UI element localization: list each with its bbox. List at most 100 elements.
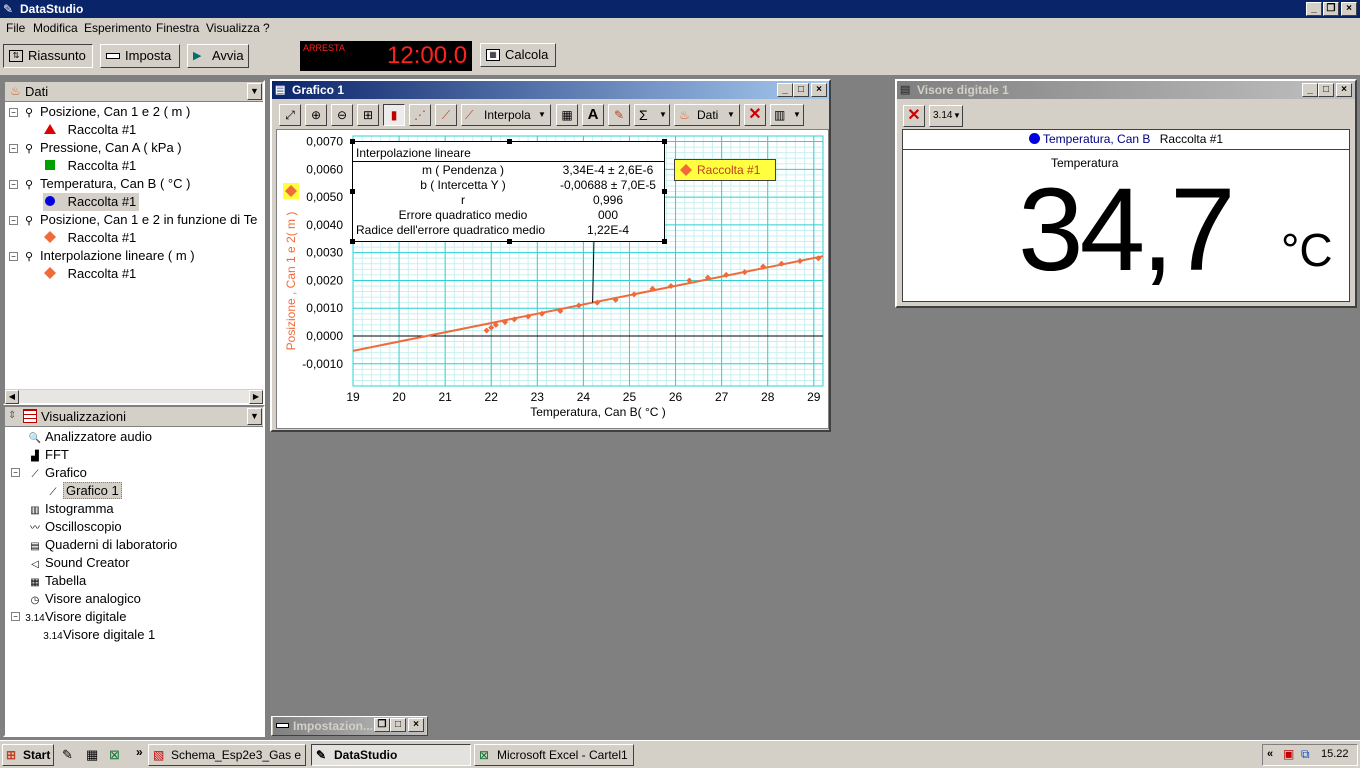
resize-handle[interactable] (662, 239, 667, 244)
collapse-toggle-icon[interactable]: − (9, 108, 18, 117)
data-run-item[interactable]: Raccolta #1 (43, 157, 139, 175)
data-run-item[interactable]: Raccolta #1 (43, 121, 139, 139)
data-dropdown[interactable]: ♨ Dati ▼ (674, 104, 740, 126)
collapse-toggle-icon[interactable]: − (9, 180, 18, 189)
resize-handle[interactable] (507, 139, 512, 144)
delete-icon[interactable]: ✕ (744, 104, 766, 126)
menu-finestra[interactable]: Finestra (156, 21, 199, 35)
data-item[interactable]: − ⚲ Pressione, Can A ( kPa ) (9, 139, 182, 157)
data-run-item[interactable]: Raccolta #1 (43, 193, 140, 211)
zoom-out-icon[interactable]: ⊖ (331, 104, 353, 126)
graph-settings-dropdown[interactable]: ▥ ▼ (770, 104, 804, 126)
prediction-icon[interactable]: ✎ (608, 104, 630, 126)
maximize-icon[interactable]: □ (793, 83, 809, 97)
view-item[interactable]: ▥ Istogramma (25, 500, 113, 518)
settings-window-minimized[interactable]: Impostazion... ❐ □ × (271, 716, 428, 736)
graph-window-titlebar[interactable]: ▤ Grafico 1 _ □ × (272, 81, 829, 99)
view-item[interactable]: ⟋ Grafico 1 (43, 482, 122, 500)
menu-file[interactable]: File (6, 21, 25, 35)
resize-handle[interactable] (350, 239, 355, 244)
annotation-icon[interactable]: A (582, 104, 604, 126)
chart-legend[interactable]: Raccolta #1 (674, 159, 776, 181)
summary-button[interactable]: ⇅ Riassunto (3, 44, 93, 68)
chevron-more-icon[interactable]: » (136, 745, 143, 759)
restore-icon[interactable]: ❐ (374, 718, 390, 732)
view-item[interactable]: − ⟋ Grafico (11, 464, 87, 482)
data-hscrollbar[interactable]: ◀ ▶ (5, 389, 263, 404)
settings-window-titlebar[interactable]: Impostazion... ❐ □ × (273, 717, 426, 735)
statistics-dropdown[interactable]: Σ ▼ (634, 104, 670, 126)
digital-source-header[interactable]: Temperatura, Can B Raccolta #1 (903, 130, 1349, 150)
collapse-toggle-icon[interactable]: − (9, 216, 18, 225)
start-button[interactable]: ▶ Avvia (187, 44, 249, 68)
calc-button[interactable]: ▦ Calcola (480, 43, 556, 67)
resize-handle[interactable] (662, 189, 667, 194)
view-item[interactable]: −3.14Visore digitale (11, 608, 126, 626)
fit-stats-box[interactable]: Interpolazione lineare m ( Pendenza ) 3,3… (350, 139, 667, 244)
data-item[interactable]: − ⚲ Posizione, Can 1 e 2 in funzione di Te (9, 211, 257, 229)
digits-dropdown[interactable]: 3.14 ▼ (929, 105, 963, 127)
autoscale-icon[interactable]: ⤢ (279, 104, 301, 126)
quicklaunch-icon[interactable]: ✎ (62, 747, 73, 763)
view-item[interactable]: ▟ FFT (25, 446, 69, 464)
close-icon[interactable]: × (1341, 2, 1357, 16)
collapse-icon[interactable]: ⇕ (8, 410, 16, 421)
scroll-right-icon[interactable]: ▶ (249, 390, 263, 404)
data-cursor-icon[interactable]: ▮ (383, 104, 405, 126)
menu-visualizza[interactable]: Visualizza (206, 21, 260, 35)
collapse-toggle-icon[interactable]: − (11, 612, 20, 621)
setup-button[interactable]: Imposta (100, 44, 180, 68)
resize-handle[interactable] (507, 239, 512, 244)
restore-icon[interactable]: ❐ (1323, 2, 1339, 16)
close-icon[interactable]: × (408, 718, 424, 732)
scroll-left-icon[interactable]: ◀ (5, 390, 19, 404)
collapse-toggle-icon[interactable]: − (9, 252, 18, 261)
menu-help[interactable]: ? (263, 21, 270, 35)
menu-esperimento[interactable]: Esperimento (84, 21, 151, 35)
resize-handle[interactable] (350, 139, 355, 144)
view-item[interactable]: ◁ Sound Creator (25, 554, 129, 572)
digital-window-titlebar[interactable]: ▤ Visore digitale 1 _ □ × (897, 81, 1355, 99)
data-item[interactable]: − ⚲ Interpolazione lineare ( m ) (9, 247, 195, 265)
collapse-toggle-icon[interactable]: − (9, 144, 18, 153)
data-source-marker[interactable] (283, 183, 299, 199)
start-button[interactable]: ⊞ Start (2, 744, 54, 766)
quicklaunch-icon[interactable]: ▦ (86, 747, 98, 763)
smart-tool-icon[interactable]: ⋰ (409, 104, 431, 126)
zoom-in-icon[interactable]: ⊕ (305, 104, 327, 126)
chevron-down-icon[interactable]: ▼ (247, 83, 262, 100)
maximize-icon[interactable]: □ (1318, 83, 1334, 97)
data-item[interactable]: − ⚲ Posizione, Can 1 e 2 ( m ) (9, 103, 190, 121)
resize-handle[interactable] (662, 139, 667, 144)
view-item[interactable]: 🔍 Analizzatore audio (25, 428, 152, 446)
view-item[interactable]: 3.14Visore digitale 1 (43, 626, 155, 644)
minimize-icon[interactable]: _ (1302, 83, 1318, 97)
excel-icon[interactable]: ⊠ (109, 747, 120, 763)
data-panel-header[interactable]: Dati ♨ ▼ (5, 82, 263, 102)
tray-app-icon[interactable]: ▣ (1283, 747, 1294, 761)
data-item[interactable]: − ⚲ Temperatura, Can B ( °C ) (9, 175, 190, 193)
fit-dropdown[interactable]: ⟋ Interpola ▼ (461, 104, 551, 126)
task-pdf[interactable]: ▧ Schema_Esp2e3_Gas e ... (148, 744, 306, 766)
data-run-item[interactable]: Raccolta #1 (43, 265, 139, 283)
slope-tool-icon[interactable]: ⟋ (435, 104, 457, 126)
tray-expand-icon[interactable]: « (1267, 748, 1273, 760)
resize-handle[interactable] (350, 189, 355, 194)
minimize-icon[interactable]: _ (777, 83, 793, 97)
views-panel-header[interactable]: ⇕ Visualizzazioni ▼ (5, 407, 263, 427)
calculator-icon[interactable]: ▦ (556, 104, 578, 126)
menu-modifica[interactable]: Modifica (33, 21, 78, 35)
view-item[interactable]: ◷ Visore analogico (25, 590, 141, 608)
zoom-select-icon[interactable]: ⊞ (357, 104, 379, 126)
view-item[interactable]: 〰 Oscilloscopio (25, 518, 122, 536)
collapse-toggle-icon[interactable]: − (11, 468, 20, 477)
chevron-down-icon[interactable]: ▼ (247, 408, 262, 425)
network-icon[interactable]: ⧉ (1301, 747, 1310, 762)
data-run-item[interactable]: Raccolta #1 (43, 229, 139, 247)
task-datastudio[interactable]: ✎ DataStudio (311, 744, 471, 766)
maximize-icon[interactable]: □ (390, 718, 406, 732)
delete-icon[interactable]: ✕ (903, 105, 925, 127)
view-item[interactable]: ▦ Tabella (25, 572, 86, 590)
task-excel[interactable]: ⊠ Microsoft Excel - Cartel1 (474, 744, 634, 766)
close-icon[interactable]: × (811, 83, 827, 97)
